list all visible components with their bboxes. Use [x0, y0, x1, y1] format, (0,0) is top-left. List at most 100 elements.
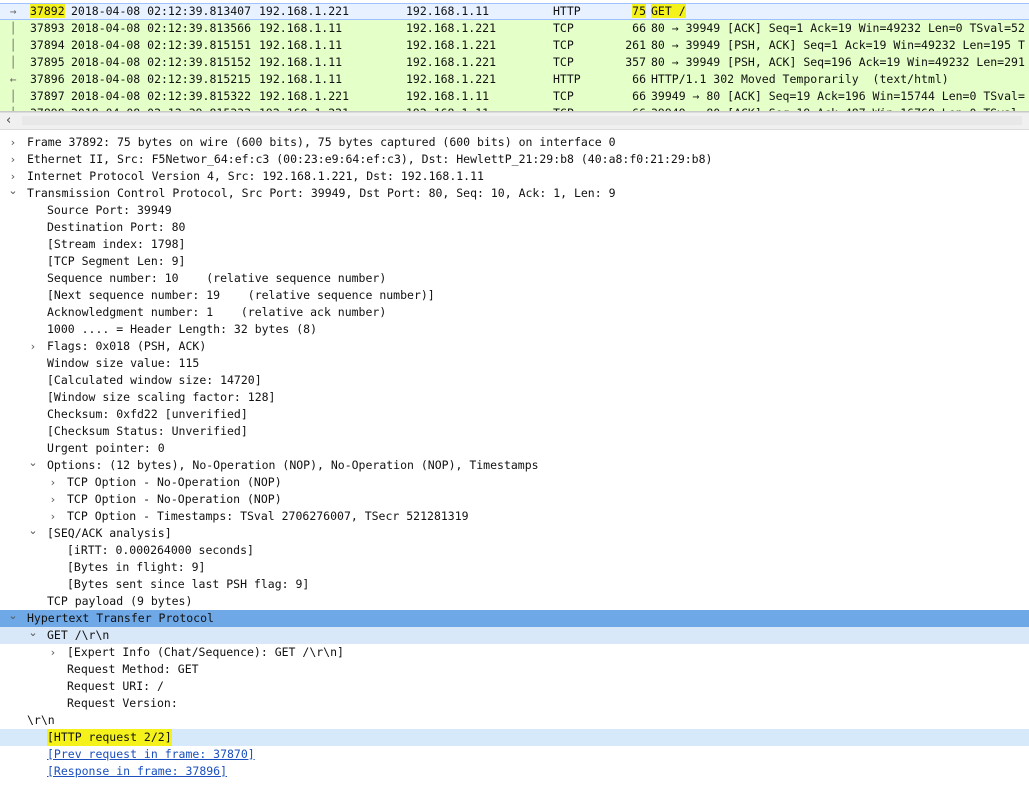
- arrow-left-icon[interactable]: ‹: [6, 113, 11, 129]
- packet-row[interactable]: │ 37894 2018-04-08 02:12:39.815151 192.168.…: [0, 37, 1029, 54]
- http-node[interactable]: ⌄ Hypertext Transfer Protocol: [0, 610, 1029, 627]
- http-expert-info-node[interactable]: › [Expert Info (Chat/Sequence): GET /\r\n…: [0, 644, 1029, 661]
- http-request-version[interactable]: Request Version:: [0, 695, 1029, 712]
- related-line-icon: │: [9, 90, 17, 103]
- tcp-header-length[interactable]: 1000 .... = Header Length: 32 bytes (8): [0, 321, 1029, 338]
- tcp-window-scaling[interactable]: [Window size scaling factor: 128]: [0, 389, 1029, 406]
- tcp-sequence-number-label: Sequence number: 10 (relative sequence n…: [47, 271, 387, 285]
- tcp-node[interactable]: ⌄ Transmission Control Protocol, Src Port…: [0, 185, 1029, 202]
- http-request-index[interactable]: [HTTP request 2/2]: [0, 729, 1029, 746]
- http-request-index-label: [HTTP request 2/2]: [47, 729, 172, 746]
- packet-len: 66: [632, 89, 646, 103]
- chevron-down-icon[interactable]: ⌄: [27, 627, 39, 644]
- tcp-segment-len[interactable]: [TCP Segment Len: 9]: [0, 253, 1029, 270]
- chevron-right-icon[interactable]: ›: [7, 134, 19, 151]
- chevron-right-icon[interactable]: ›: [27, 338, 39, 355]
- packet-src: 192.168.1.221: [259, 4, 350, 18]
- packet-no: 37896: [30, 72, 65, 86]
- tcp-window-scaling-label: [Window size scaling factor: 128]: [47, 390, 276, 404]
- frame-node[interactable]: › Frame 37892: 75 bytes on wire (600 bits…: [0, 134, 1029, 151]
- tcp-next-sequence[interactable]: [Next sequence number: 19 (relative sequ…: [0, 287, 1029, 304]
- horizontal-scrollbar[interactable]: ‹: [0, 112, 1029, 130]
- tcp-source-port[interactable]: Source Port: 39949: [0, 202, 1029, 219]
- packet-time: 2018-04-08 02:12:39.815152: [71, 55, 252, 69]
- packet-info: 80 → 39949 [PSH, ACK] Seq=1 Ack=19 Win=4…: [651, 38, 1025, 52]
- http-get-node[interactable]: ⌄ GET /\r\n: [0, 627, 1029, 644]
- chevron-right-icon[interactable]: ›: [47, 491, 59, 508]
- tcp-calculated-window[interactable]: [Calculated window size: 14720]: [0, 372, 1029, 389]
- tcp-header-length-label: 1000 .... = Header Length: 32 bytes (8): [47, 322, 318, 336]
- packet-len: 75: [632, 4, 646, 18]
- packet-row[interactable]: ← 37896 2018-04-08 02:12:39.815215 192.168.…: [0, 71, 1029, 88]
- tcp-urgent-pointer[interactable]: Urgent pointer: 0: [0, 440, 1029, 457]
- tcp-payload-label: TCP payload (9 bytes): [47, 594, 193, 608]
- packet-no: 37898: [30, 105, 70, 111]
- seq-ack-bytes-in-flight[interactable]: [Bytes in flight: 9]: [0, 559, 1029, 576]
- packet-src: 192.168.1.11: [259, 55, 343, 69]
- packet-no: 37894: [30, 38, 65, 52]
- chevron-down-icon[interactable]: ⌄: [7, 185, 19, 202]
- packet-len: 66: [632, 72, 646, 86]
- chevron-right-icon[interactable]: ›: [47, 474, 59, 491]
- tcp-options-node[interactable]: ⌄ Options: (12 bytes), No-Operation (NOP)…: [0, 457, 1029, 474]
- packet-info: 39949 → 80 [ACK] Seq=19 Ack=196 Win=1574…: [651, 89, 1025, 103]
- packet-row[interactable]: │ 37893 2018-04-08 02:12:39.813566 192.168.…: [0, 20, 1029, 37]
- packet-len: 66: [600, 105, 646, 111]
- chevron-right-icon[interactable]: ›: [7, 168, 19, 185]
- frame-node-label: Frame 37892: 75 bytes on wire (600 bits)…: [27, 135, 616, 149]
- scrollbar-thumb[interactable]: [22, 116, 1022, 125]
- tcp-option-timestamps[interactable]: › TCP Option - Timestamps: TSval 27062760…: [0, 508, 1029, 525]
- http-crlf-label: \r\n: [27, 713, 55, 727]
- packet-dst: 192.168.1.221: [406, 72, 497, 86]
- seq-ack-analysis-node[interactable]: ⌄ [SEQ/ACK analysis]: [0, 525, 1029, 542]
- ethernet-node[interactable]: › Ethernet II, Src: F5Networ_64:ef:c3 (00…: [0, 151, 1029, 168]
- chevron-down-icon[interactable]: ⌄: [7, 610, 19, 627]
- tcp-option-nop-label: TCP Option - No-Operation (NOP): [67, 492, 282, 506]
- seq-ack-bytes-since-psh-label: [Bytes sent since last PSH flag: 9]: [67, 577, 310, 591]
- chevron-right-icon[interactable]: ›: [47, 644, 59, 661]
- seq-ack-irtt[interactable]: [iRTT: 0.000264000 seconds]: [0, 542, 1029, 559]
- packet-row[interactable]: │ 37895 2018-04-08 02:12:39.815152 192.168.…: [0, 54, 1029, 71]
- tcp-option-nop-label: TCP Option - No-Operation (NOP): [67, 475, 282, 489]
- http-response-link-label: [Response in frame: 37896]: [47, 764, 228, 778]
- tcp-ack-number[interactable]: Acknowledgment number: 1 (relative ack n…: [0, 304, 1029, 321]
- tcp-options-node-label: Options: (12 bytes), No-Operation (NOP),…: [47, 458, 539, 472]
- seq-ack-bytes-since-psh[interactable]: [Bytes sent since last PSH flag: 9]: [0, 576, 1029, 593]
- ip-node[interactable]: › Internet Protocol Version 4, Src: 192.1…: [0, 168, 1029, 185]
- tcp-option-nop[interactable]: › TCP Option - No-Operation (NOP): [0, 491, 1029, 508]
- http-crlf[interactable]: \r\n: [0, 712, 1029, 729]
- tcp-payload[interactable]: TCP payload (9 bytes): [0, 593, 1029, 610]
- tcp-segment-len-label: [TCP Segment Len: 9]: [47, 254, 186, 268]
- tcp-sequence-number[interactable]: Sequence number: 10 (relative sequence n…: [0, 270, 1029, 287]
- chevron-down-icon[interactable]: ⌄: [27, 525, 39, 542]
- tcp-checksum[interactable]: Checksum: 0xfd22 [unverified]: [0, 406, 1029, 423]
- tcp-option-nop[interactable]: › TCP Option - No-Operation (NOP): [0, 474, 1029, 491]
- packet-row[interactable]: │ 37897 2018-04-08 02:12:39.815322 192.168.…: [0, 88, 1029, 105]
- tcp-checksum-status[interactable]: [Checksum Status: Unverified]: [0, 423, 1029, 440]
- tcp-flags-node[interactable]: › Flags: 0x018 (PSH, ACK): [0, 338, 1029, 355]
- tcp-window-size[interactable]: Window size value: 115: [0, 355, 1029, 372]
- tcp-checksum-label: Checksum: 0xfd22 [unverified]: [47, 407, 248, 421]
- tcp-stream-index[interactable]: [Stream index: 1798]: [0, 236, 1029, 253]
- packet-dst: 192.168.1.11: [406, 4, 490, 18]
- packet-len: 261: [625, 38, 646, 52]
- http-prev-request-link[interactable]: [Prev request in frame: 37870]: [0, 746, 1029, 763]
- http-node-label: Hypertext Transfer Protocol: [27, 611, 214, 625]
- packet-row[interactable]: → 37892 2018-04-08 02:12:39.813407 192.168.…: [0, 3, 1029, 20]
- http-response-link[interactable]: [Response in frame: 37896]: [0, 763, 1029, 780]
- chevron-right-icon[interactable]: ›: [7, 151, 19, 168]
- tcp-destination-port[interactable]: Destination Port: 80: [0, 219, 1029, 236]
- http-get-node-label: GET /\r\n: [47, 628, 110, 642]
- http-request-method[interactable]: Request Method: GET: [0, 661, 1029, 678]
- packet-dst: 192.168.1.221: [406, 38, 497, 52]
- chevron-right-icon[interactable]: ›: [47, 508, 59, 525]
- tcp-next-sequence-label: [Next sequence number: 19 (relative sequ…: [47, 288, 435, 302]
- http-request-uri[interactable]: Request URI: /: [0, 678, 1029, 695]
- chevron-down-icon[interactable]: ⌄: [27, 457, 39, 474]
- tcp-option-timestamps-label: TCP Option - Timestamps: TSval 270627600…: [67, 509, 469, 523]
- tcp-urgent-pointer-label: Urgent pointer: 0: [47, 441, 165, 455]
- packet-row[interactable]: │378982018-04-08 02:12:39.815333192.168.…: [0, 105, 1029, 111]
- related-line-icon: │: [9, 22, 17, 35]
- seq-ack-bytes-in-flight-label: [Bytes in flight: 9]: [67, 560, 206, 574]
- response-arrow-icon: ←: [9, 73, 17, 86]
